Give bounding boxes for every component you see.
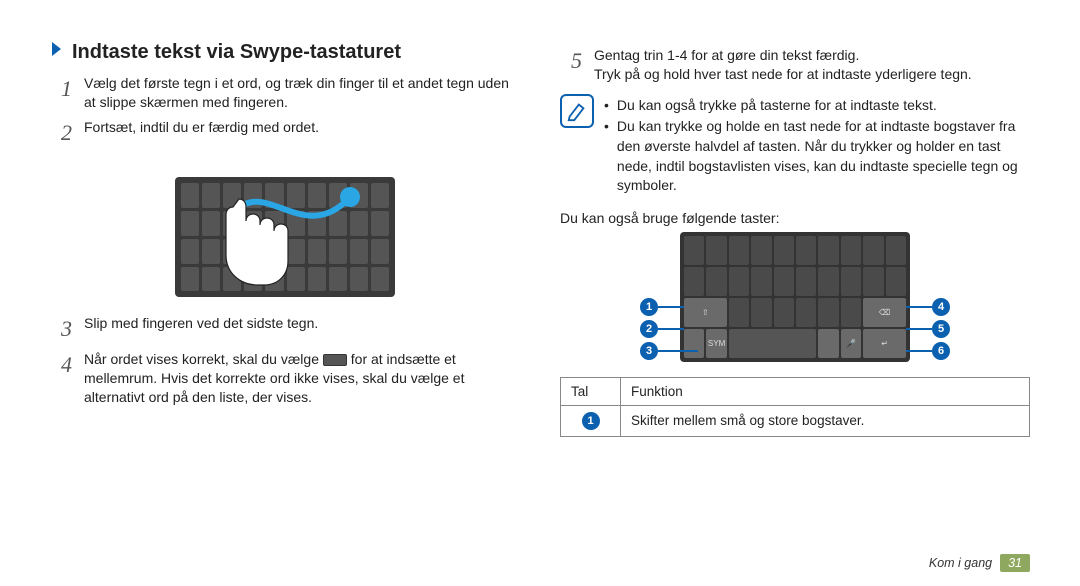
col-header-number: Tal xyxy=(561,377,621,405)
step4-before: Når ordet vises korrekt, skal du vælge xyxy=(84,351,319,367)
step-1: 1 Vælg det første tegn i et ord, og træk… xyxy=(50,74,520,112)
row-desc: Skifter mellem små og store bogstaver. xyxy=(621,405,1030,436)
callout-6: 6 xyxy=(932,342,950,360)
shift-key: ⇧ xyxy=(684,298,727,327)
spacebar-icon xyxy=(323,354,347,366)
page-footer: Kom i gang 31 xyxy=(929,554,1030,572)
step-3: 3 Slip med fingeren ved det sidste tegn. xyxy=(50,314,520,344)
step5-line2: Tryk på og hold hver tast nede for at in… xyxy=(594,65,1030,84)
bullet-icon: • xyxy=(604,117,609,195)
callout-4: 4 xyxy=(932,298,950,316)
bullet-icon: • xyxy=(604,96,609,116)
step-number: 4 xyxy=(50,350,72,407)
heading-text: Indtaste tekst via Swype-tastaturet xyxy=(72,41,401,64)
step-2: 2 Fortsæt, indtil du er færdig med ordet… xyxy=(50,118,520,148)
table-row: 1 Skifter mellem små og store bogstaver. xyxy=(561,405,1030,436)
mic-key: 🎤 xyxy=(841,329,861,358)
tip-line-2: Du kan trykke og holde en tast nede for … xyxy=(617,117,1030,195)
step-number: 5 xyxy=(560,46,582,84)
function-table: Tal Funktion 1 Skifter mellem små og sto… xyxy=(560,377,1030,437)
swype-trail-icon xyxy=(175,157,395,297)
swype-key xyxy=(684,329,704,358)
also-use-text: Du kan også bruge følgende taster: xyxy=(560,210,1030,226)
step-text: Fortsæt, indtil du er færdig med ordet. xyxy=(84,118,520,148)
enter-key: ↵ xyxy=(863,329,906,358)
step5-line1: Gentag trin 1-4 for at gøre din tekst fæ… xyxy=(594,46,1030,65)
step-text: Gentag trin 1-4 for at gøre din tekst fæ… xyxy=(594,46,1030,84)
callout-1: 1 xyxy=(640,298,658,316)
row-number: 1 xyxy=(582,412,600,430)
chevron-right-icon xyxy=(50,40,64,64)
callout-2: 2 xyxy=(640,320,658,338)
section-heading: Indtaste tekst via Swype-tastaturet xyxy=(50,40,520,64)
callout-3: 3 xyxy=(640,342,658,360)
footer-page-number: 31 xyxy=(1000,554,1030,572)
col-header-function: Funktion xyxy=(621,377,1030,405)
sym-key: SYM xyxy=(706,329,726,358)
footer-section: Kom i gang xyxy=(929,556,992,570)
tip-text: • Du kan også trykke på tasterne for at … xyxy=(604,94,1030,196)
step-5: 5 Gentag trin 1-4 for at gøre din tekst … xyxy=(560,46,1030,84)
callout-5: 5 xyxy=(932,320,950,338)
tip-box: • Du kan også trykke på tasterne for at … xyxy=(560,94,1030,196)
tip-line-1: Du kan også trykke på tasterne for at in… xyxy=(617,96,937,116)
step-number: 1 xyxy=(50,74,72,112)
swype-illustration xyxy=(50,157,520,300)
space-key xyxy=(729,329,817,358)
backspace-key: ⌫ xyxy=(863,298,906,327)
note-icon xyxy=(560,94,594,128)
step-text: Når ordet vises korrekt, skal du vælge f… xyxy=(84,350,520,407)
keyboard-graphic: ⇧ ⌫ SYM 🎤 ↵ xyxy=(680,232,910,362)
step-number: 3 xyxy=(50,314,72,344)
annotated-keyboard: ⇧ ⌫ SYM 🎤 ↵ 1 2 3 xyxy=(560,232,1030,365)
step-number: 2 xyxy=(50,118,72,148)
step-4: 4 Når ordet vises korrekt, skal du vælge… xyxy=(50,350,520,407)
emoji-key xyxy=(818,329,838,358)
step-text: Vælg det første tegn i et ord, og træk d… xyxy=(84,74,520,112)
step-text: Slip med fingeren ved det sidste tegn. xyxy=(84,314,520,344)
